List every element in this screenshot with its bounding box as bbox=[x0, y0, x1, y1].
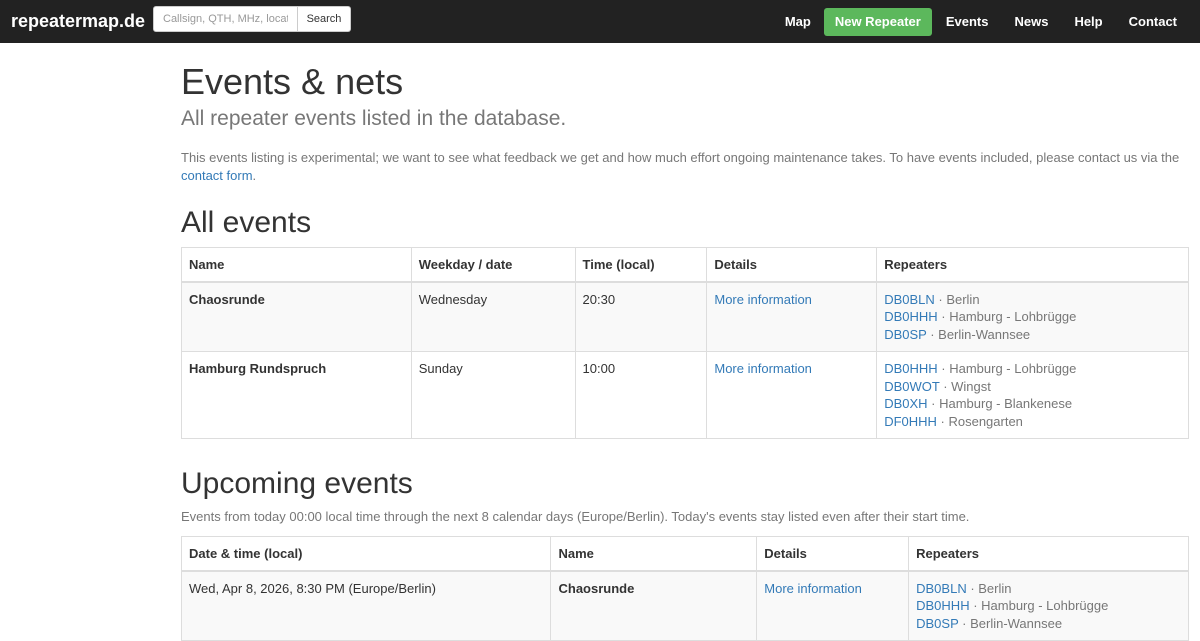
repeater-qth: · Berlin bbox=[966, 580, 1012, 596]
all-events-table: Name Weekday / date Time (local) Details… bbox=[181, 247, 1189, 439]
new-repeater-button[interactable]: New Repeater bbox=[823, 7, 932, 36]
more-information-link[interactable]: More information bbox=[714, 361, 812, 376]
top-navbar: repeatermap.de Search Map New Repeater E… bbox=[0, 0, 1200, 43]
search-input[interactable] bbox=[153, 6, 298, 32]
repeater-callsign-link[interactable]: DB0HHH bbox=[884, 309, 937, 324]
event-name: Chaosrunde bbox=[550, 570, 758, 641]
repeater-callsign-link[interactable]: DB0HHH bbox=[916, 598, 969, 613]
repeater-callsign-link[interactable]: DB0WOT bbox=[884, 379, 939, 394]
upcoming-events-table: Date & time (local) Name Details Repeate… bbox=[180, 536, 1189, 641]
upcoming-subtext: Events from today 00:00 local time throu… bbox=[181, 509, 970, 524]
repeaters-cell: DB0BLN · Berlin DB0HHH · Hamburg - Lohbrü… bbox=[876, 281, 1189, 352]
repeater-qth: · Hamburg - Lohbrügge bbox=[969, 598, 1109, 613]
contact-form-link[interactable]: contact form bbox=[181, 168, 253, 183]
search-form: Search bbox=[153, 6, 351, 32]
all-events-header-row: Name Weekday / date Time (local) Details… bbox=[181, 247, 1189, 283]
repeater-qth: · Wingst bbox=[939, 378, 991, 394]
col-header: Name bbox=[550, 536, 758, 572]
repeater-callsign-link[interactable]: DB0SP bbox=[884, 327, 926, 342]
repeater-qth: · Hamburg - Blankenese bbox=[927, 396, 1073, 411]
nav-map-link[interactable]: Map bbox=[772, 0, 824, 43]
event-datetime: Wed, Apr 8, 2026, 8:30 PM (Europe/Berlin… bbox=[180, 570, 552, 641]
nav-links: Map New Repeater Events News Help Contac… bbox=[772, 0, 1200, 43]
nav-news-link[interactable]: News bbox=[1001, 0, 1061, 43]
nav-events-link[interactable]: Events bbox=[933, 0, 1002, 43]
repeater-entry: DB0SP · Berlin-Wannsee bbox=[916, 615, 1181, 633]
col-header: Repeaters bbox=[876, 247, 1189, 283]
repeater-qth: · Hamburg - Lohbrügge bbox=[937, 309, 1077, 324]
repeater-entry: DB0XH · Hamburg - Blankenese bbox=[884, 395, 1181, 413]
details-cell: More information bbox=[706, 281, 878, 352]
upcoming-events-heading: Upcoming events bbox=[181, 467, 413, 500]
repeater-qth: · Hamburg - Lohbrügge bbox=[937, 361, 1077, 376]
repeater-qth: · Rosengarten bbox=[936, 413, 1023, 429]
repeater-entry: DB0BLN · Berlin bbox=[884, 291, 1181, 309]
col-header: Details bbox=[756, 536, 910, 572]
nav-contact-link[interactable]: Contact bbox=[1116, 0, 1200, 43]
repeater-callsign-link[interactable]: DB0SP bbox=[916, 616, 958, 631]
page-title: Events & nets bbox=[181, 61, 404, 102]
col-header: Time (local) bbox=[574, 247, 708, 283]
event-name: Hamburg Rundspruch bbox=[181, 351, 412, 439]
repeater-entry: DB0HHH · Hamburg - Lohbrügge bbox=[884, 360, 1181, 378]
col-header: Weekday / date bbox=[410, 247, 576, 283]
repeater-callsign-link[interactable]: DB0BLN bbox=[916, 581, 967, 596]
repeater-callsign-link[interactable]: DB0BLN bbox=[884, 292, 935, 307]
upcoming-header-row: Date & time (local) Name Details Repeate… bbox=[180, 536, 1189, 572]
repeater-qth: · Berlin-Wannsee bbox=[926, 326, 1031, 342]
repeater-entry: DB0SP · Berlin-Wannsee bbox=[884, 326, 1181, 344]
event-weekday: Sunday bbox=[410, 351, 576, 439]
repeater-entry: DB0WOT · Wingst bbox=[884, 378, 1181, 396]
intro-paragraph: This events listing is experimental; we … bbox=[181, 149, 1181, 185]
nav-help-link[interactable]: Help bbox=[1061, 0, 1115, 43]
table-row: Wed, Apr 8, 2026, 8:30 PM (Europe/Berlin… bbox=[180, 570, 1189, 641]
col-header: Details bbox=[706, 247, 878, 283]
repeater-qth: · Berlin bbox=[934, 291, 980, 307]
col-header: Repeaters bbox=[908, 536, 1189, 572]
brand-logo-link[interactable]: repeatermap.de bbox=[11, 11, 145, 32]
event-time: 20:30 bbox=[574, 281, 708, 352]
repeaters-cell: DB0BLN · Berlin DB0HHH · Hamburg - Lohbrü… bbox=[908, 570, 1189, 641]
event-weekday: Wednesday bbox=[410, 281, 576, 352]
details-cell: More information bbox=[706, 351, 878, 439]
repeaters-cell: DB0HHH · Hamburg - Lohbrügge DB0WOT · Win… bbox=[876, 351, 1189, 439]
repeater-entry: DB0BLN · Berlin bbox=[916, 580, 1181, 598]
repeater-entry: DB0HHH · Hamburg - Lohbrügge bbox=[916, 597, 1181, 615]
event-time: 10:00 bbox=[574, 351, 708, 439]
all-events-heading: All events bbox=[181, 206, 312, 239]
repeater-entry: DF0HHH · Rosengarten bbox=[884, 413, 1181, 431]
more-information-link[interactable]: More information bbox=[764, 581, 862, 596]
page-lead: All repeater events listed in the databa… bbox=[181, 107, 567, 130]
details-cell: More information bbox=[756, 570, 910, 641]
repeater-callsign-link[interactable]: DB0XH bbox=[884, 396, 927, 411]
col-header: Name bbox=[181, 247, 412, 283]
intro-end: . bbox=[252, 168, 257, 183]
col-header: Date & time (local) bbox=[180, 536, 552, 572]
repeater-qth: · Berlin-Wannsee bbox=[958, 615, 1063, 631]
repeater-callsign-link[interactable]: DB0HHH bbox=[884, 361, 937, 376]
table-row: Chaosrunde Wednesday 20:30 More information… bbox=[181, 281, 1189, 352]
more-information-link[interactable]: More information bbox=[714, 292, 812, 307]
repeater-entry: DB0HHH · Hamburg - Lohbrügge bbox=[884, 308, 1181, 326]
event-name: Chaosrunde bbox=[181, 281, 412, 352]
intro-text: This events listing is experimental; we … bbox=[181, 150, 1180, 165]
table-row: Hamburg Rundspruch Sunday 10:00 More inform… bbox=[181, 351, 1189, 439]
search-button[interactable]: Search bbox=[298, 6, 351, 32]
repeater-callsign-link[interactable]: DF0HHH bbox=[884, 414, 937, 429]
